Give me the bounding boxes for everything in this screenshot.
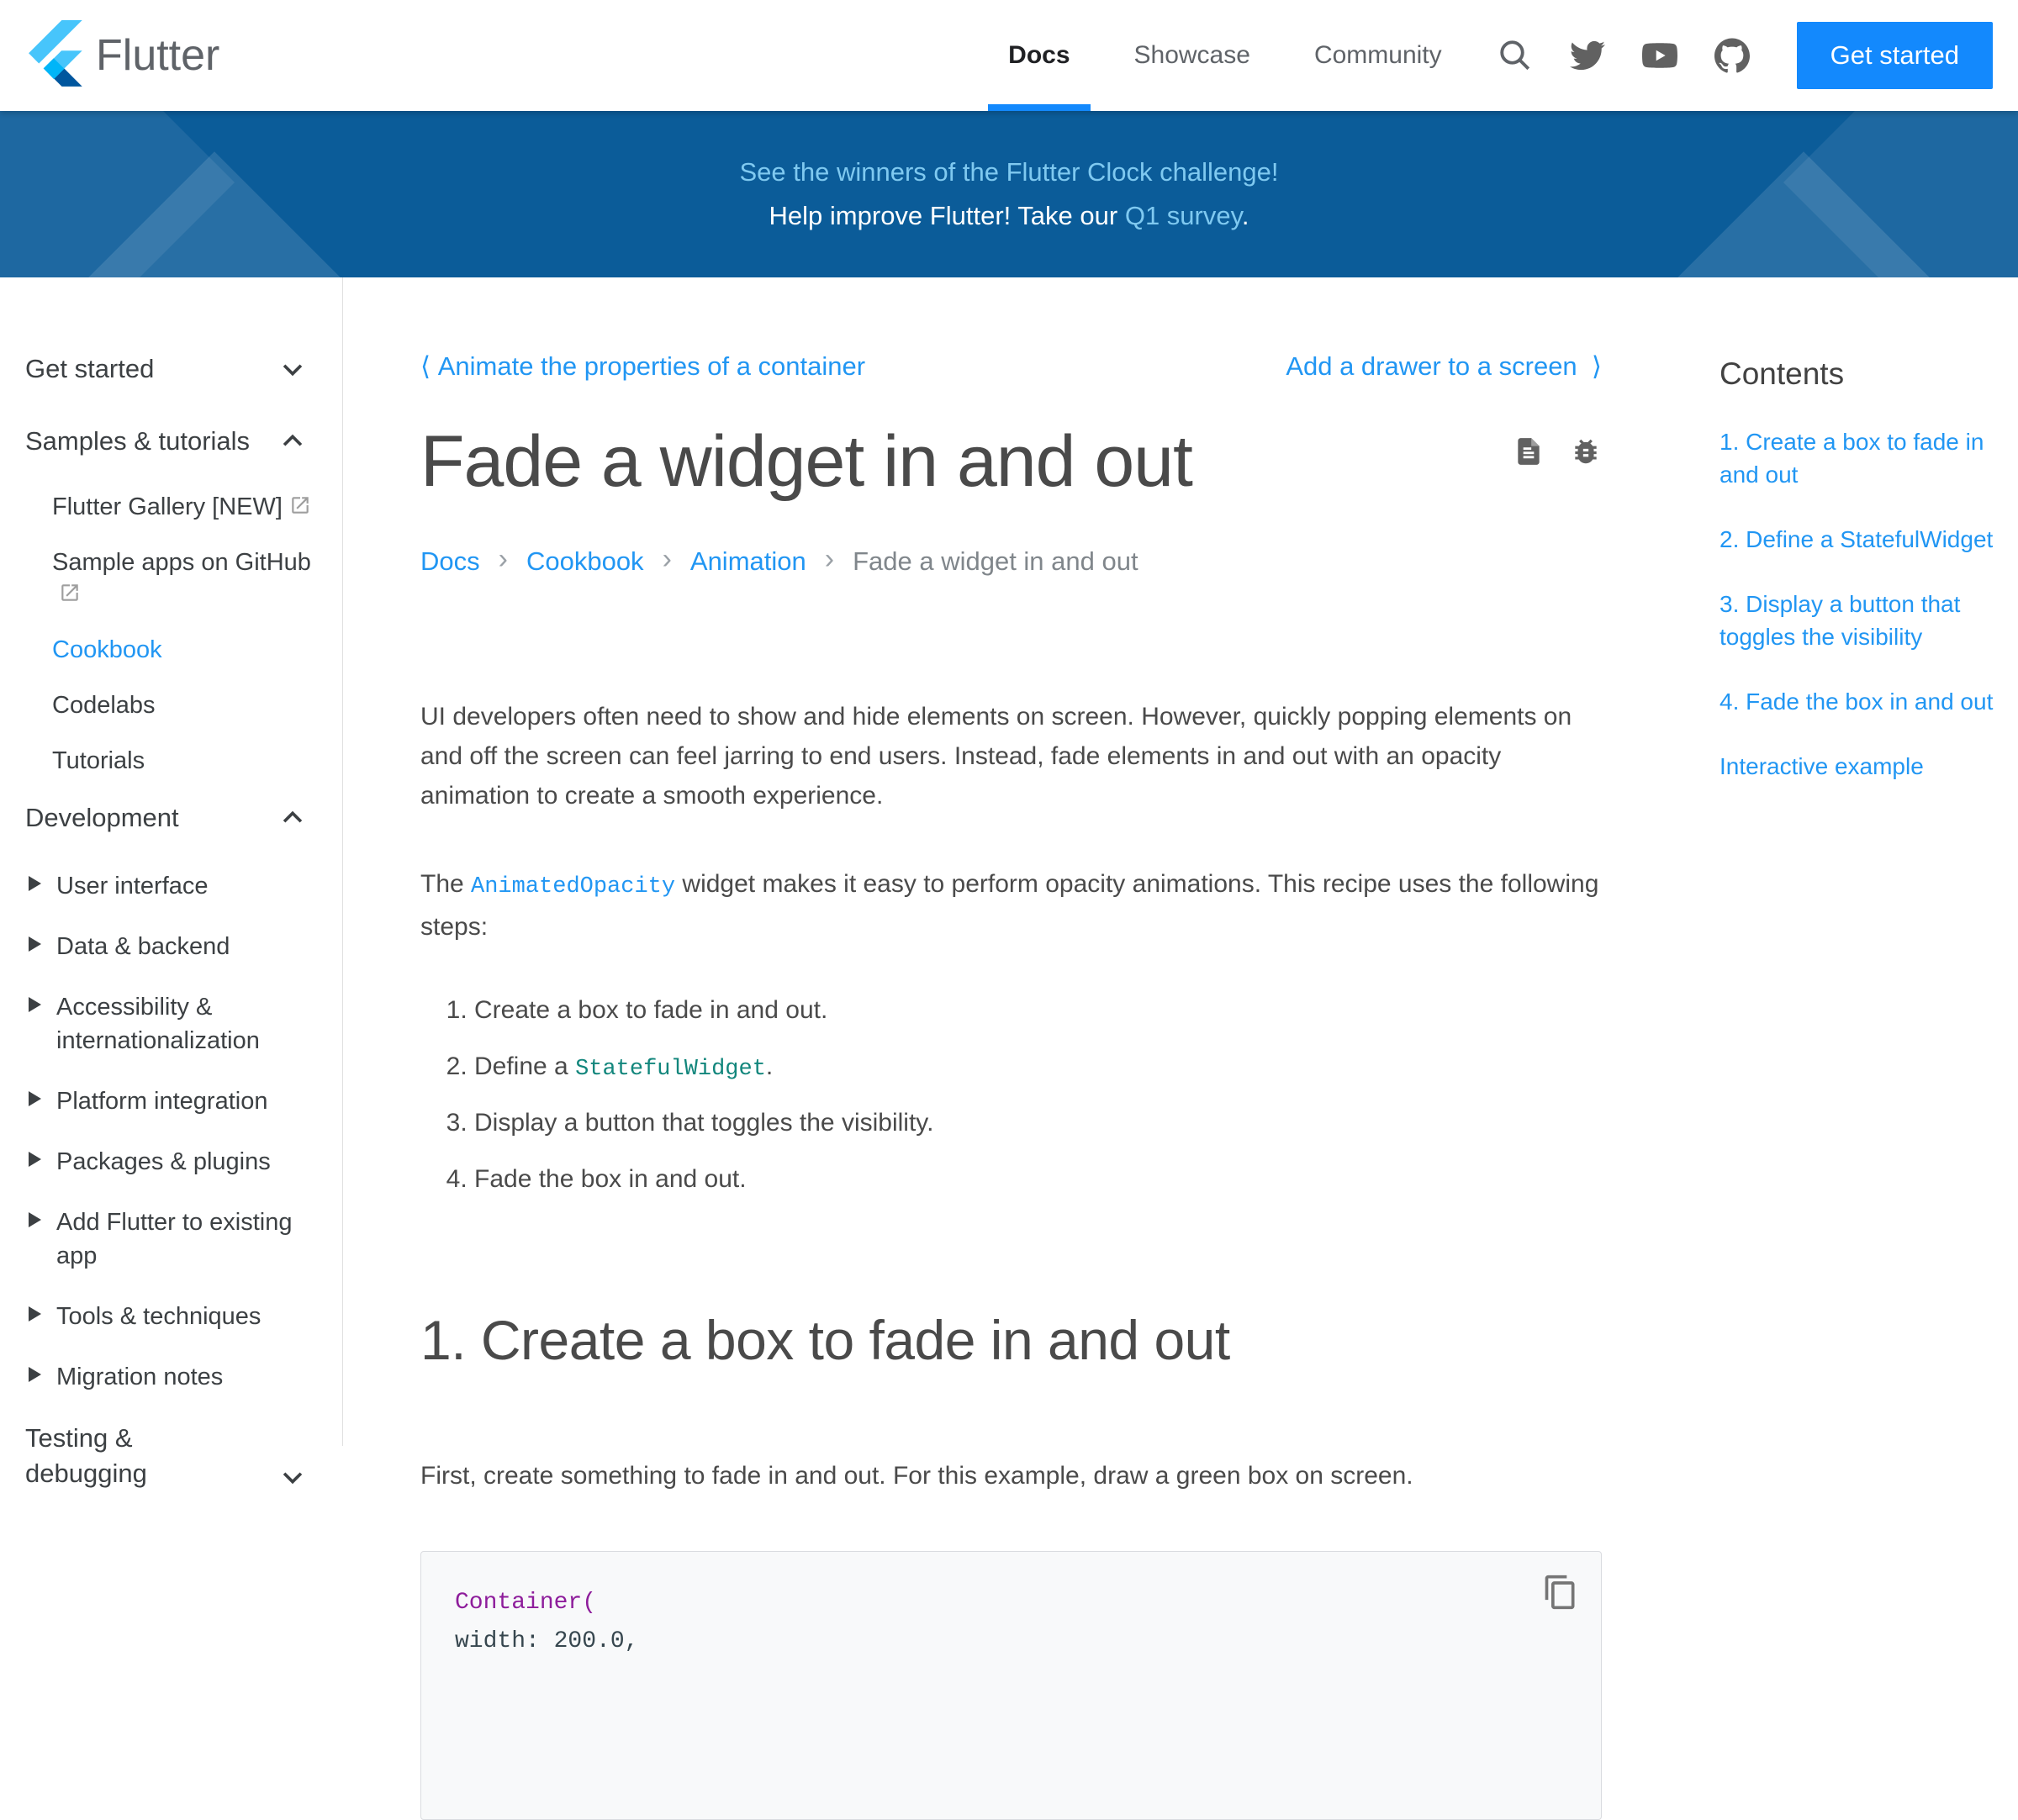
chevron-up-icon xyxy=(278,804,307,832)
triangle-right-icon xyxy=(29,1367,41,1382)
sidebar-item-migration-notes[interactable]: Migration notes xyxy=(29,1360,325,1394)
chevron-down-icon xyxy=(278,355,307,383)
step-item: Define a StatefulWidget. xyxy=(474,1047,1602,1089)
banner-clock-challenge-link[interactable]: See the winners of the Flutter Clock cha… xyxy=(739,157,1278,187)
sidebar-section-samples-tutorials[interactable]: Samples & tutorials xyxy=(25,424,325,459)
search-icon[interactable] xyxy=(1498,38,1533,73)
contents-rail: Contents 1. Create a box to fade in and … xyxy=(1720,277,2018,1446)
article: Animate the properties of a container Ad… xyxy=(420,277,1602,1820)
code-line: width: 200.0, xyxy=(455,1628,639,1654)
triangle-right-icon xyxy=(29,1212,41,1227)
chevron-up-icon xyxy=(278,427,307,456)
code-line: Container( xyxy=(455,1590,597,1616)
youtube-icon[interactable] xyxy=(1641,38,1677,73)
bug-icon[interactable] xyxy=(1570,435,1602,467)
page-title: Fade a widget in and out xyxy=(420,421,1193,502)
announcement-banner: See the winners of the Flutter Clock cha… xyxy=(0,111,2018,277)
code-block: Container( width: 200.0, xyxy=(420,1551,1602,1820)
navbar-icons xyxy=(1498,38,1750,73)
intro-paragraph: UI developers often need to show and hid… xyxy=(420,703,1572,810)
recipe-paragraph: The AnimatedOpacity widget makes it easy… xyxy=(420,870,1599,941)
triangle-right-icon xyxy=(29,997,41,1012)
toc-link-display-button[interactable]: 3. Display a button that toggles the vis… xyxy=(1720,588,1997,653)
step-item: Display a button that toggles the visibi… xyxy=(474,1103,1602,1146)
toc-link-define-statefulwidget[interactable]: 2. Define a StatefulWidget xyxy=(1720,523,1997,556)
main-area: Animate the properties of a container Ad… xyxy=(343,277,2018,1820)
breadcrumb: Docs Cookbook Animation Fade a widget in… xyxy=(420,545,1602,578)
github-icon[interactable] xyxy=(1714,38,1750,73)
triangle-right-icon xyxy=(29,1306,41,1321)
sidebar-item-cookbook[interactable]: Cookbook xyxy=(52,634,318,666)
sidebar-item-platform-integration[interactable]: Platform integration xyxy=(29,1084,325,1118)
sidebar-item-sample-apps-github[interactable]: Sample apps on GitHub xyxy=(52,546,318,610)
breadcrumb-link-animation[interactable]: Animation xyxy=(690,546,806,577)
sidebar-item-codelabs[interactable]: Codelabs xyxy=(52,689,318,721)
next-page-link[interactable]: Add a drawer to a screen xyxy=(1286,351,1602,382)
toc-link-interactive-example[interactable]: Interactive example xyxy=(1720,750,1997,783)
get-started-button[interactable]: Get started xyxy=(1796,22,1993,89)
sidebar-item-data-backend[interactable]: Data & backend xyxy=(29,930,325,963)
breadcrumb-link-cookbook[interactable]: Cookbook xyxy=(526,546,644,577)
steps-list: Create a box to fade in and out. Define … xyxy=(474,990,1602,1202)
document-icon[interactable] xyxy=(1513,435,1545,467)
sidebar-item-add-flutter-existing-app[interactable]: Add Flutter to existing app xyxy=(29,1205,325,1273)
triangle-right-icon xyxy=(29,936,41,952)
twitter-icon[interactable] xyxy=(1569,38,1605,73)
triangle-right-icon xyxy=(29,1152,41,1167)
sidebar-item-accessibility[interactable]: Accessibility & internationalization xyxy=(29,990,325,1058)
external-link-icon xyxy=(59,580,81,602)
chevron-down-icon xyxy=(278,1463,307,1491)
prev-next-pager: Animate the properties of a container Ad… xyxy=(420,351,1602,382)
sidebar-section-get-started[interactable]: Get started xyxy=(25,351,325,387)
nav-tab-community[interactable]: Community xyxy=(1282,0,1474,111)
brand-name: Flutter xyxy=(96,31,220,80)
sidebar-item-flutter-gallery[interactable]: Flutter Gallery [NEW] xyxy=(52,491,318,523)
sidebar-item-user-interface[interactable]: User interface xyxy=(29,869,325,903)
copy-icon[interactable] xyxy=(1542,1574,1579,1611)
animated-opacity-code-link[interactable]: AnimatedOpacity xyxy=(471,874,675,899)
sidebar-item-tutorials[interactable]: Tutorials xyxy=(52,745,318,777)
toc-link-create-box[interactable]: 1. Create a box to fade in and out xyxy=(1720,425,1997,491)
external-link-icon xyxy=(289,493,311,514)
sidebar-sublist-samples: Flutter Gallery [NEW] Sample apps on Git… xyxy=(52,491,325,777)
chevron-right-icon xyxy=(499,543,508,576)
nav-tab-docs[interactable]: Docs xyxy=(976,0,1101,111)
breadcrumb-link-docs[interactable]: Docs xyxy=(420,546,480,577)
chevron-right-icon xyxy=(663,543,672,576)
page-actions xyxy=(1513,435,1602,467)
triangle-right-icon xyxy=(29,1091,41,1106)
contents-heading: Contents xyxy=(1720,356,1845,391)
sidebar-section-testing-debugging[interactable]: Testing & debugging xyxy=(25,1421,325,1491)
sidebar-item-tools-techniques[interactable]: Tools & techniques xyxy=(29,1300,325,1333)
docs-sidebar: Get started Samples & tutorials Flutter … xyxy=(0,277,343,1488)
banner-survey-prefix: Help improve Flutter! Take our xyxy=(769,201,1125,230)
chevron-right-icon xyxy=(825,543,834,576)
flutter-logo[interactable]: Flutter xyxy=(29,20,219,91)
step-item: Fade the box in and out. xyxy=(474,1159,1602,1202)
banner-survey-suffix: . xyxy=(1241,201,1249,230)
sidebar-item-packages-plugins[interactable]: Packages & plugins xyxy=(29,1145,325,1179)
sidebar-expandlist-development: User interface Data & backend Accessibil… xyxy=(29,869,325,1394)
nav-tab-showcase[interactable]: Showcase xyxy=(1102,0,1282,111)
triangle-right-icon xyxy=(29,876,41,891)
step-item: Create a box to fade in and out. xyxy=(474,990,1602,1033)
section-heading: 1. Create a box to fade in and out xyxy=(420,1309,1230,1371)
prev-page-link[interactable]: Animate the properties of a container xyxy=(420,351,865,382)
flutter-logo-icon xyxy=(29,20,82,91)
banner-survey-line: Help improve Flutter! Take our Q1 survey… xyxy=(769,201,1249,231)
primary-nav: Docs Showcase Community xyxy=(976,0,1473,111)
banner-survey-link[interactable]: Q1 survey xyxy=(1125,201,1242,230)
breadcrumb-current: Fade a widget in and out xyxy=(853,546,1138,576)
top-navbar: Flutter Docs Showcase Community Get star… xyxy=(0,0,2018,111)
section-paragraph: First, create something to fade in and o… xyxy=(420,1462,1413,1490)
toc-link-fade-box[interactable]: 4. Fade the box in and out xyxy=(1720,685,1997,718)
sidebar-section-development[interactable]: Development xyxy=(25,800,325,836)
